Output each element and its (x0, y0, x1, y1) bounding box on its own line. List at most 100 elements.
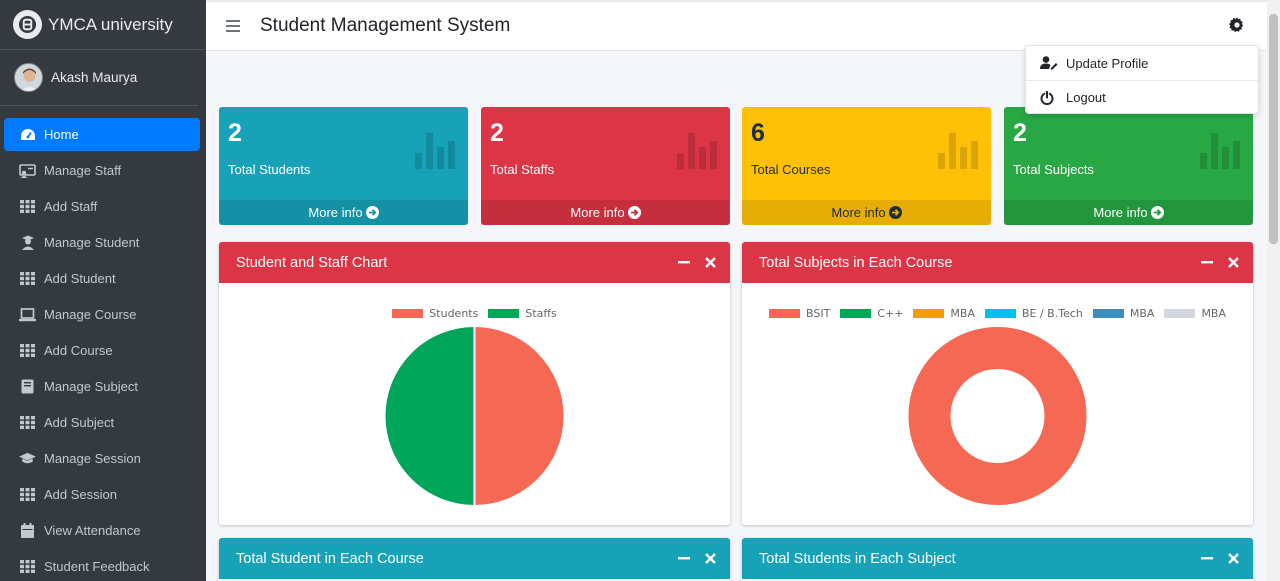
update-profile-menu-item[interactable]: Update Profile (1026, 46, 1258, 80)
sidebar-item-label: Add Staff (44, 199, 98, 214)
sidebar-item-label: Add Subject (44, 415, 115, 430)
sidebar-item-label: Manage Course (44, 307, 137, 322)
dashboard-icon (19, 126, 36, 143)
grid-icon (19, 414, 36, 431)
sidebar-item-home[interactable]: Home (4, 118, 200, 151)
sidebar-item-manage-subject[interactable]: Manage Subject (4, 370, 200, 403)
legend-item[interactable]: MBA (1164, 307, 1226, 320)
user-panel[interactable]: Akash Maurya (0, 50, 198, 106)
more-info-label: More info (1093, 205, 1148, 220)
collapse-icon[interactable] (678, 552, 690, 564)
grid-icon (19, 558, 36, 575)
legend-swatch (1164, 309, 1196, 318)
legend-label: MBA (1201, 307, 1226, 320)
calendar-icon (19, 522, 36, 539)
settings-dropdown: Update Profile Logout (1025, 45, 1259, 114)
legend-label: C++ (877, 307, 904, 320)
arrow-circle-right-icon (888, 206, 902, 219)
close-icon[interactable] (704, 552, 716, 564)
chart-legend: Students Staffs (219, 307, 730, 320)
bar-chart-icon (1200, 131, 1241, 174)
subjects-course-chart-card: Total Subjects in Each Course BSIT C++ MBA… (742, 242, 1253, 525)
student-icon (19, 234, 36, 251)
more-info-label: More info (570, 205, 625, 220)
sidebar-item-add-subject[interactable]: Add Subject (4, 406, 200, 439)
sidebar-item-manage-student[interactable]: Manage Student (4, 226, 200, 259)
more-info-link[interactable]: More info (219, 200, 468, 225)
menu-toggle-icon[interactable] (226, 16, 240, 37)
page-scrollbar[interactable] (1267, 0, 1280, 581)
more-info-link[interactable]: More info (742, 200, 991, 225)
stat-box-students: 2 Total Students More info (219, 107, 468, 225)
close-icon[interactable] (1227, 256, 1239, 268)
sidebar-item-add-course[interactable]: Add Course (4, 334, 200, 367)
legend-item[interactable]: MBA (913, 307, 975, 320)
collapse-icon[interactable] (678, 256, 690, 268)
legend-swatch (840, 309, 872, 318)
legend-item[interactable]: BSIT (768, 307, 830, 320)
more-info-link[interactable]: More info (1004, 200, 1253, 225)
sidebar-item-manage-session[interactable]: Manage Session (4, 442, 200, 475)
user-edit-icon (1040, 55, 1058, 71)
sidebar-item-label: Add Session (44, 487, 117, 502)
student-course-chart-card: Total Student in Each Course (219, 538, 730, 581)
user-name: Akash Maurya (51, 70, 138, 85)
sidebar-item-manage-staff[interactable]: Manage Staff (4, 154, 200, 187)
collapse-icon[interactable] (1201, 552, 1213, 564)
update-profile-label: Update Profile (1066, 55, 1149, 71)
pie-slice-students[interactable] (473, 324, 566, 508)
gear-icon[interactable] (1229, 17, 1245, 38)
stat-box-staffs: 2 Total Staffs More info (481, 107, 730, 225)
stat-label: Total Staffs (490, 162, 555, 177)
card-header: Total Subjects in Each Course (742, 242, 1253, 283)
stat-label: Total Subjects (1013, 162, 1094, 177)
card-title: Total Students in Each Subject (759, 550, 956, 567)
sidebar-item-label: View Attendance (44, 523, 141, 538)
stat-label: Total Courses (751, 162, 831, 177)
collapse-icon[interactable] (1201, 256, 1213, 268)
sidebar-item-view-attendance[interactable]: View Attendance (4, 514, 200, 547)
bar-chart-icon (677, 131, 718, 174)
pie-slice-staffs[interactable] (383, 324, 476, 508)
stat-value: 2 (228, 119, 242, 147)
legend-swatch (488, 309, 520, 318)
legend-item[interactable]: BE / B.Tech (984, 307, 1083, 320)
sidebar-item-add-student[interactable]: Add Student (4, 262, 200, 295)
bar-chart-icon (938, 131, 979, 174)
card-title: Total Subjects in Each Course (759, 254, 953, 271)
more-info-link[interactable]: More info (481, 200, 730, 225)
sidebar-item-student-feedback[interactable]: Student Feedback (4, 550, 200, 581)
sidebar-item-label: Manage Session (44, 451, 141, 466)
close-icon[interactable] (1227, 552, 1239, 564)
grid-icon (19, 342, 36, 359)
legend-item[interactable]: MBA (1092, 307, 1155, 320)
close-icon[interactable] (704, 256, 716, 268)
brand-link[interactable]: YMCA university (0, 0, 206, 50)
scrollbar-thumb[interactable] (1269, 14, 1278, 244)
legend-label: MBA (1129, 307, 1155, 320)
card-header: Total Students in Each Subject (742, 538, 1253, 579)
more-info-label: More info (831, 205, 886, 220)
logout-label: Logout (1066, 90, 1106, 105)
card-title: Student and Staff Chart (236, 254, 388, 271)
sidebar-item-add-session[interactable]: Add Session (4, 478, 200, 511)
sidebar-item-label: Student Feedback (44, 559, 150, 574)
sidebar-item-manage-course[interactable]: Manage Course (4, 298, 200, 331)
sidebar-item-label: Add Course (44, 343, 113, 358)
legend-item[interactable]: Staffs (488, 307, 557, 320)
logout-menu-item[interactable]: Logout (1026, 80, 1258, 114)
sidebar-nav: Home Manage Staff Add Staff Manage Student A… (0, 106, 206, 581)
legend-item[interactable]: Students (392, 307, 478, 320)
legend-item[interactable]: C++ (840, 307, 903, 320)
sidebar-item-label: Manage Staff (44, 163, 122, 178)
legend-label: BE / B.Tech (1021, 307, 1083, 320)
more-info-label: More info (308, 205, 363, 220)
arrow-circle-right-icon (627, 206, 641, 219)
student-staff-chart-card: Student and Staff Chart Students Staffs (219, 242, 730, 525)
pie-slice-bsit[interactable] (906, 325, 1089, 507)
sidebar-item-add-staff[interactable]: Add Staff (4, 190, 200, 223)
laptop-icon (19, 306, 36, 323)
bar-chart-icon (415, 131, 456, 174)
legend-label: MBA (950, 307, 975, 320)
arrow-circle-right-icon (1150, 206, 1164, 219)
